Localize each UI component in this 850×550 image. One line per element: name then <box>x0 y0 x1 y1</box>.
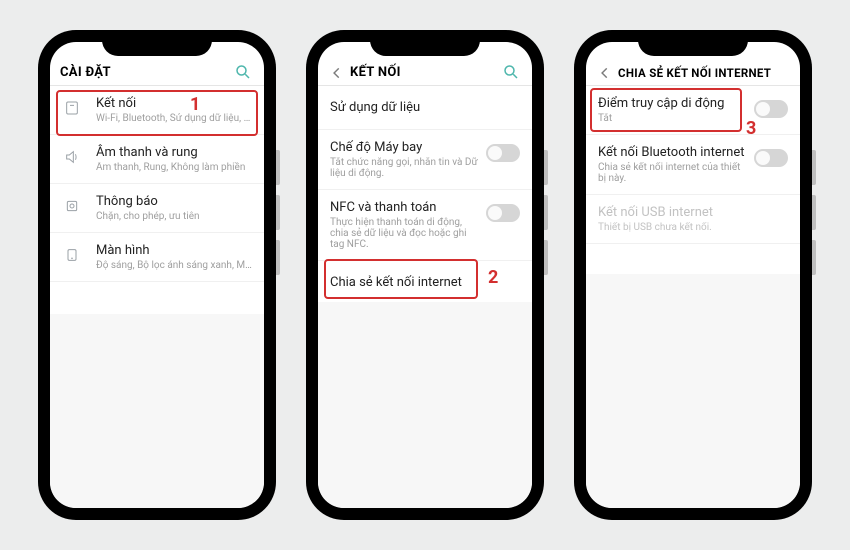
item-data-usage[interactable]: Sử dụng dữ liệu <box>318 86 532 130</box>
page-title: CHIA SẺ KẾT NỐI INTERNET <box>618 66 790 80</box>
phone-3: CHIA SẺ KẾT NỐI INTERNET Điểm truy cập d… <box>574 30 812 520</box>
item-label: Chia sẻ kết nối internet <box>330 275 520 290</box>
empty-area <box>318 302 532 508</box>
settings-list: Kết nối Wi-Fi, Bluetooth, Sử dụng dữ liệ… <box>50 86 264 282</box>
item-desc: Tắt <box>598 113 746 124</box>
connections-list: Sử dụng dữ liệu Chế độ Máy bay Tắt chức … <box>318 86 532 305</box>
toggle-bluetooth-tether[interactable] <box>754 149 788 167</box>
item-label: Thông báo <box>96 194 252 209</box>
back-icon[interactable] <box>596 64 614 82</box>
item-label: Màn hình <box>96 243 252 258</box>
display-icon <box>62 245 82 265</box>
item-label: Chế độ Máy bay <box>330 140 478 155</box>
screen-settings: CÀI ĐẶT Kết nối Wi-Fi, Bluetooth, Sử dụn… <box>50 42 264 508</box>
side-button <box>544 150 548 185</box>
item-usb-tethering: Kết nối USB internet Thiết bị USB chưa k… <box>586 195 800 244</box>
item-desc: Thực hiện thanh toán di động, chia sẻ dữ… <box>330 217 478 250</box>
item-sounds[interactable]: Âm thanh và rung Âm thanh, Rung, Không l… <box>50 135 264 184</box>
item-desc: Chia sẻ kết nối internet của thiết bị nà… <box>598 162 746 184</box>
item-desc: Chặn, cho phép, ưu tiên <box>96 211 252 222</box>
item-mobile-hotspot[interactable]: Điểm truy cập di động Tắt <box>586 86 800 135</box>
item-label: NFC và thanh toán <box>330 200 478 215</box>
phone-2: KẾT NỐI Sử dụng dữ liệu Chế độ Máy bay T… <box>306 30 544 520</box>
item-desc: Tắt chức năng gọi, nhắn tin và Dữ liệu d… <box>330 157 478 179</box>
item-label: Âm thanh và rung <box>96 145 252 160</box>
item-label: Sử dụng dữ liệu <box>330 100 520 115</box>
item-notifications[interactable]: Thông báo Chặn, cho phép, ưu tiên <box>50 184 264 233</box>
side-button <box>812 240 816 275</box>
back-icon[interactable] <box>328 64 346 82</box>
item-desc: Thiết bị USB chưa kết nối. <box>598 222 788 233</box>
item-label: Kết nối <box>96 96 252 111</box>
page-title: KẾT NỐI <box>350 65 502 80</box>
item-nfc-payment[interactable]: NFC và thanh toán Thực hiện thanh toán d… <box>318 190 532 261</box>
connections-icon <box>62 98 82 118</box>
item-share-internet[interactable]: Chia sẻ kết nối internet <box>318 261 532 305</box>
empty-area <box>586 274 800 508</box>
item-label: Kết nối USB internet <box>598 205 788 220</box>
item-label: Điểm truy cập di động <box>598 96 746 111</box>
phone-1: CÀI ĐẶT Kết nối Wi-Fi, Bluetooth, Sử dụn… <box>38 30 276 520</box>
phone-notch <box>638 30 748 56</box>
screen-tethering: CHIA SẺ KẾT NỐI INTERNET Điểm truy cập d… <box>586 42 800 508</box>
toggle-hotspot[interactable] <box>754 100 788 118</box>
item-bluetooth-tethering[interactable]: Kết nối Bluetooth internet Chia sẻ kết n… <box>586 135 800 195</box>
side-button <box>812 195 816 230</box>
item-desc: Độ sáng, Bộ lọc ánh sáng xanh, Màn hì... <box>96 260 252 271</box>
page-title: CÀI ĐẶT <box>60 65 234 80</box>
notifications-icon <box>62 196 82 216</box>
search-icon[interactable] <box>502 63 522 83</box>
side-button <box>812 150 816 185</box>
item-desc: Âm thanh, Rung, Không làm phiền <box>96 162 252 173</box>
item-connections[interactable]: Kết nối Wi-Fi, Bluetooth, Sử dụng dữ liệ… <box>50 86 264 135</box>
side-button <box>544 195 548 230</box>
sound-icon <box>62 147 82 167</box>
side-button <box>276 240 280 275</box>
side-button <box>544 240 548 275</box>
phone-notch <box>370 30 480 56</box>
item-display[interactable]: Màn hình Độ sáng, Bộ lọc ánh sáng xanh, … <box>50 233 264 282</box>
empty-area <box>50 314 264 508</box>
screen-connections: KẾT NỐI Sử dụng dữ liệu Chế độ Máy bay T… <box>318 42 532 508</box>
phone-notch <box>102 30 212 56</box>
tethering-list: Điểm truy cập di động Tắt Kết nối Blueto… <box>586 86 800 244</box>
search-icon[interactable] <box>234 63 254 83</box>
side-button <box>276 150 280 185</box>
item-desc: Wi-Fi, Bluetooth, Sử dụng dữ liệu, Chế đ… <box>96 113 252 124</box>
toggle-airplane[interactable] <box>486 144 520 162</box>
toggle-nfc[interactable] <box>486 204 520 222</box>
side-button <box>276 195 280 230</box>
item-label: Kết nối Bluetooth internet <box>598 145 746 160</box>
item-airplane-mode[interactable]: Chế độ Máy bay Tắt chức năng gọi, nhắn t… <box>318 130 532 190</box>
